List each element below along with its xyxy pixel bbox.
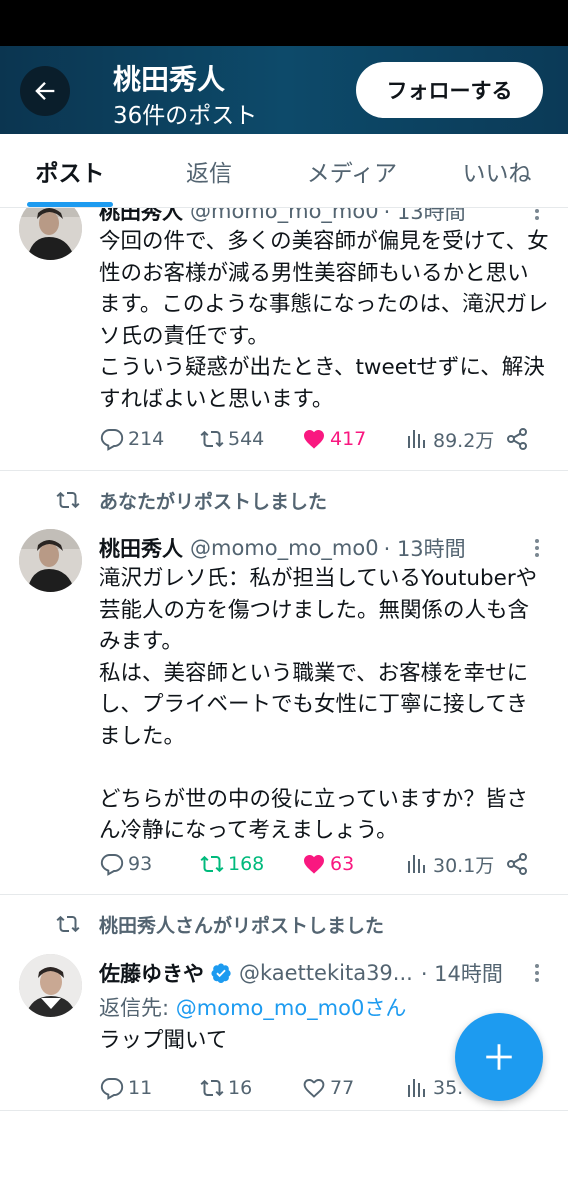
post[interactable]: 桃田秀人 @momo_mo_mo0 · 13時間 今回の件で、多くの美容師が偏見…: [0, 208, 568, 471]
repost-icon: [200, 855, 224, 873]
reply-button[interactable]: 214: [100, 424, 164, 454]
avatar[interactable]: [19, 529, 82, 592]
repost-label[interactable]: あなたがリポストしました: [99, 485, 327, 515]
repost-count: 544: [228, 428, 265, 450]
author-handle[interactable]: @kaettekita39...: [239, 961, 413, 985]
profile-tabs: ポスト 返信 メディア いいね: [0, 134, 568, 208]
repost-button[interactable]: 168: [200, 849, 264, 879]
avatar-image: [19, 208, 82, 260]
views-icon: [408, 430, 425, 448]
post[interactable]: あなたがリポストしました 桃田秀人 @momo_mo_mo0 · 13時間 滝沢…: [0, 471, 568, 895]
view-count: 35.: [433, 1077, 464, 1099]
repost-button[interactable]: 544: [200, 424, 264, 454]
repost-count: 168: [228, 853, 265, 875]
views-icon: [408, 855, 425, 873]
active-tab-indicator: [27, 202, 113, 207]
reply-count: 11: [128, 1077, 153, 1099]
like-button[interactable]: 77: [302, 1073, 354, 1103]
post-time: · 13時間: [383, 537, 466, 561]
verified-icon: [210, 962, 232, 984]
views-button[interactable]: 89.2万: [405, 424, 494, 454]
post-time: · 14時間: [420, 962, 503, 986]
like-count: 63: [330, 853, 355, 875]
compose-plus-icon: [486, 1044, 512, 1070]
reply-context: 返信先: @momo_mo_mo0さん: [99, 992, 406, 1022]
more-icon[interactable]: [527, 208, 547, 226]
views-button[interactable]: 30.1万: [405, 849, 494, 879]
reply-icon: [100, 429, 124, 451]
views-icon: [408, 1079, 425, 1097]
reply-count: 93: [128, 853, 153, 875]
author-handle[interactable]: @momo_mo_mo0: [190, 208, 379, 223]
author-name[interactable]: 桃田秀人: [99, 533, 183, 563]
back-button[interactable]: [20, 66, 70, 116]
repost-count: 16: [228, 1077, 253, 1099]
repost-button[interactable]: 16: [200, 1073, 252, 1103]
post-actions: 214 544 417 89.2万: [100, 424, 540, 454]
post-text: 滝沢ガレソ氏：私が担当しているYoutuberや芸能人の方を傷つけました。無関係…: [99, 566, 538, 843]
post-text: 今回の件で、多くの美容師が偏見を受けて、女性のお客様が減る男性美容師もいるかと思…: [99, 229, 549, 412]
post-meta: 佐藤ゆきや @kaettekita39... · 14時間: [99, 958, 503, 988]
profile-header: 桃田秀人 36件のポスト フォローする: [0, 46, 568, 134]
view-count: 89.2万: [433, 429, 495, 452]
reply-target-link[interactable]: @momo_mo_mo0さん: [176, 996, 407, 1020]
post-time: · 13時間: [383, 208, 466, 224]
like-icon: [303, 1079, 325, 1098]
like-count: 417: [330, 428, 367, 450]
share-button[interactable]: [505, 849, 533, 879]
author-name[interactable]: 桃田秀人: [99, 208, 183, 226]
view-count: 30.1万: [433, 854, 495, 877]
repost-icon: [200, 430, 224, 448]
repost-icon: [56, 915, 80, 933]
back-arrow-icon: [35, 82, 55, 100]
compose-button[interactable]: [455, 1013, 543, 1101]
tab-replies[interactable]: 返信: [140, 134, 278, 208]
tab-posts[interactable]: ポスト: [0, 134, 140, 208]
post-meta: 桃田秀人 @momo_mo_mo0 · 13時間: [99, 533, 466, 563]
reply-icon: [100, 1078, 124, 1100]
reply-prefix: 返信先:: [99, 996, 176, 1020]
share-icon: [507, 853, 527, 875]
reply-count: 214: [128, 428, 165, 450]
more-icon[interactable]: [527, 533, 547, 563]
reply-button[interactable]: 93: [100, 849, 152, 879]
repost-icon: [56, 491, 80, 509]
like-icon: [304, 430, 324, 449]
author-name[interactable]: 佐藤ゆきや: [99, 958, 204, 988]
post-actions: 93 168 63 30.1万: [100, 849, 540, 879]
like-button[interactable]: 417: [302, 424, 366, 454]
tab-media[interactable]: メディア: [278, 134, 426, 208]
author-handle[interactable]: @momo_mo_mo0: [190, 536, 379, 560]
views-button[interactable]: 35.: [405, 1073, 463, 1103]
avatar-image: [19, 529, 82, 592]
repost-label[interactable]: 桃田秀人さんがリポストしました: [99, 909, 384, 939]
like-button[interactable]: 63: [302, 849, 354, 879]
more-icon[interactable]: [527, 958, 547, 988]
avatar-image: [19, 954, 82, 1017]
reply-icon: [100, 854, 124, 876]
avatar[interactable]: [19, 954, 82, 1017]
avatar[interactable]: [19, 208, 82, 260]
like-count: 77: [330, 1077, 355, 1099]
profile-name: 桃田秀人: [113, 63, 226, 96]
like-icon: [304, 855, 324, 874]
tab-likes[interactable]: いいね: [426, 134, 568, 208]
share-icon: [507, 428, 527, 450]
status-bar: [0, 0, 568, 46]
share-button[interactable]: [505, 424, 533, 454]
repost-icon: [200, 1079, 224, 1097]
reply-button[interactable]: 11: [100, 1073, 152, 1103]
post-meta: 桃田秀人 @momo_mo_mo0 · 13時間: [99, 208, 466, 226]
follow-button[interactable]: フォローする: [356, 62, 543, 118]
post-count: 36件のポスト: [113, 103, 258, 129]
